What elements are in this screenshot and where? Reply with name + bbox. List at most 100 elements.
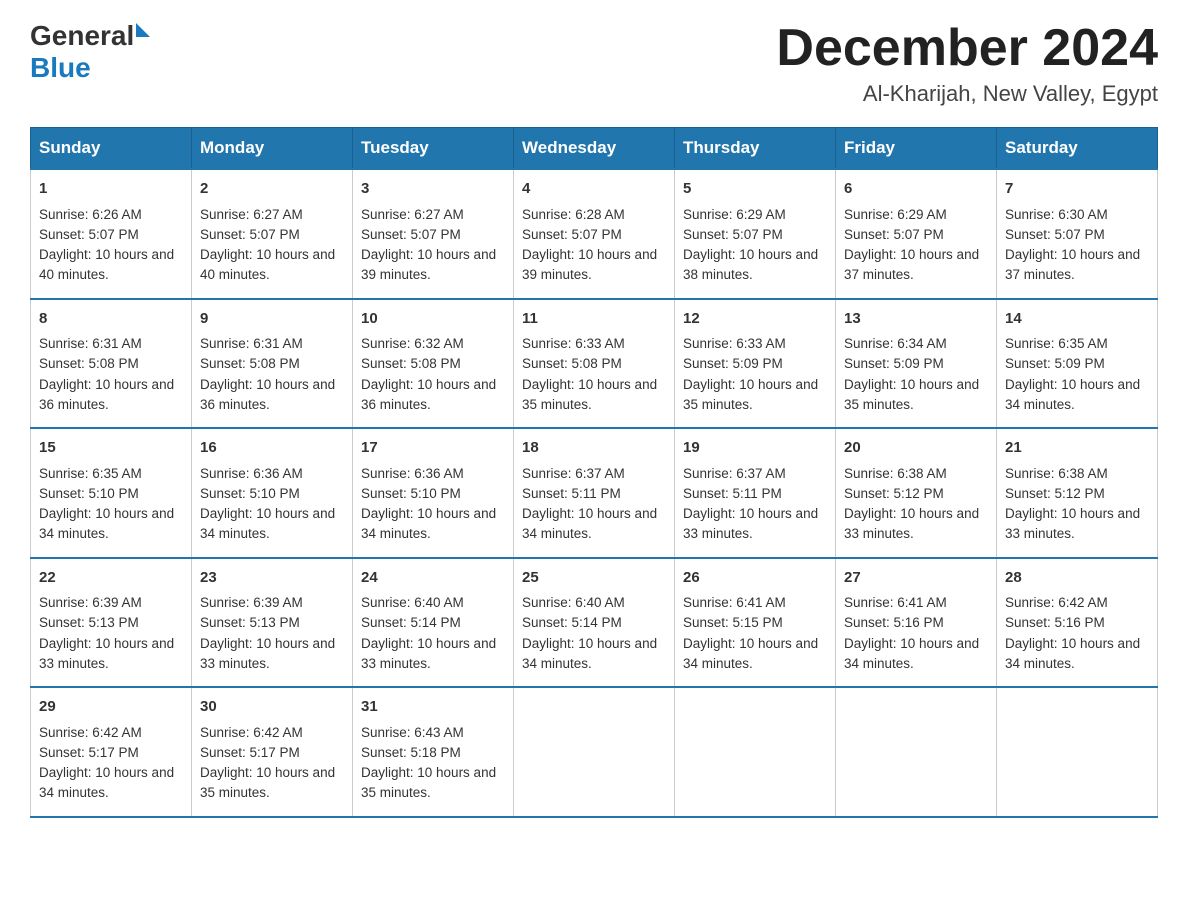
calendar-body: 1Sunrise: 6:26 AMSunset: 5:07 PMDaylight…	[31, 169, 1158, 817]
sunset-text: Sunset: 5:07 PM	[361, 227, 461, 242]
sunrise-text: Sunrise: 6:42 AM	[200, 725, 303, 740]
sunset-text: Sunset: 5:09 PM	[844, 356, 944, 371]
sunset-text: Sunset: 5:17 PM	[39, 745, 139, 760]
calendar-cell: 29Sunrise: 6:42 AMSunset: 5:17 PMDayligh…	[31, 687, 192, 817]
daylight-text: Daylight: 10 hours and 33 minutes.	[361, 636, 496, 671]
sunrise-text: Sunrise: 6:29 AM	[683, 207, 786, 222]
day-number: 14	[1005, 308, 1149, 331]
sunset-text: Sunset: 5:08 PM	[39, 356, 139, 371]
daylight-text: Daylight: 10 hours and 33 minutes.	[844, 506, 979, 541]
day-number: 22	[39, 567, 183, 590]
sunrise-text: Sunrise: 6:27 AM	[361, 207, 464, 222]
calendar-cell: 23Sunrise: 6:39 AMSunset: 5:13 PMDayligh…	[192, 558, 353, 688]
calendar-cell: 30Sunrise: 6:42 AMSunset: 5:17 PMDayligh…	[192, 687, 353, 817]
sunrise-text: Sunrise: 6:28 AM	[522, 207, 625, 222]
sunrise-text: Sunrise: 6:40 AM	[522, 595, 625, 610]
daylight-text: Daylight: 10 hours and 35 minutes.	[844, 377, 979, 412]
day-number: 20	[844, 437, 988, 460]
day-number: 17	[361, 437, 505, 460]
day-number: 29	[39, 696, 183, 719]
sunrise-text: Sunrise: 6:36 AM	[200, 466, 303, 481]
daylight-text: Daylight: 10 hours and 35 minutes.	[361, 765, 496, 800]
calendar-cell: 27Sunrise: 6:41 AMSunset: 5:16 PMDayligh…	[836, 558, 997, 688]
calendar-cell: 11Sunrise: 6:33 AMSunset: 5:08 PMDayligh…	[514, 299, 675, 429]
sunrise-text: Sunrise: 6:33 AM	[683, 336, 786, 351]
logo-general-text: General	[30, 20, 134, 52]
sunset-text: Sunset: 5:14 PM	[361, 615, 461, 630]
calendar-cell	[675, 687, 836, 817]
sunset-text: Sunset: 5:12 PM	[1005, 486, 1105, 501]
sunrise-text: Sunrise: 6:33 AM	[522, 336, 625, 351]
sunset-text: Sunset: 5:09 PM	[683, 356, 783, 371]
col-monday: Monday	[192, 128, 353, 170]
day-number: 19	[683, 437, 827, 460]
calendar-cell: 17Sunrise: 6:36 AMSunset: 5:10 PMDayligh…	[353, 428, 514, 558]
day-number: 25	[522, 567, 666, 590]
week-row-2: 8 Sunrise: 6:31 AM Sunset: 5:08 PM Daylight…	[31, 299, 1158, 429]
sunset-text: Sunset: 5:18 PM	[361, 745, 461, 760]
daylight-text: Daylight: 10 hours and 34 minutes.	[844, 636, 979, 671]
daylight-text: Daylight: 10 hours and 35 minutes.	[522, 377, 657, 412]
day-number: 8	[39, 308, 183, 331]
day-number: 4	[522, 178, 666, 201]
sunset-text: Sunset: 5:08 PM	[200, 356, 300, 371]
sunrise-text: Sunrise: 6:37 AM	[522, 466, 625, 481]
day-number: 15	[39, 437, 183, 460]
daylight-text: Daylight: 10 hours and 36 minutes.	[39, 377, 174, 412]
day-number: 9	[200, 308, 344, 331]
sunset-text: Sunset: 5:16 PM	[1005, 615, 1105, 630]
sunset-text: Sunset: 5:11 PM	[522, 486, 621, 501]
daylight-text: Daylight: 10 hours and 36 minutes.	[361, 377, 496, 412]
calendar-cell: 26Sunrise: 6:41 AMSunset: 5:15 PMDayligh…	[675, 558, 836, 688]
calendar-cell: 25Sunrise: 6:40 AMSunset: 5:14 PMDayligh…	[514, 558, 675, 688]
week-row-3: 15 Sunrise: 6:35 AM Sunset: 5:10 PM Dayligh…	[31, 428, 1158, 558]
daylight-text: Daylight: 10 hours and 35 minutes.	[683, 377, 818, 412]
sunrise-text: Sunrise: 6:26 AM	[39, 207, 142, 222]
day-number: 16	[200, 437, 344, 460]
day-number: 28	[1005, 567, 1149, 590]
sunrise-text: Sunrise: 6:39 AM	[200, 595, 303, 610]
day-number: 23	[200, 567, 344, 590]
col-wednesday: Wednesday	[514, 128, 675, 170]
calendar-cell: 2Sunrise: 6:27 AMSunset: 5:07 PMDaylight…	[192, 169, 353, 299]
header-row: Sunday Monday Tuesday Wednesday Thursday…	[31, 128, 1158, 170]
sunrise-text: Sunrise: 6:42 AM	[39, 725, 142, 740]
daylight-text: Daylight: 10 hours and 34 minutes.	[1005, 377, 1140, 412]
day-number: 13	[844, 308, 988, 331]
sunset-text: Sunset: 5:07 PM	[39, 227, 139, 242]
calendar-cell: 14Sunrise: 6:35 AMSunset: 5:09 PMDayligh…	[997, 299, 1158, 429]
calendar-title: December 2024	[776, 20, 1158, 77]
daylight-text: Daylight: 10 hours and 34 minutes.	[522, 506, 657, 541]
sunrise-text: Sunrise: 6:30 AM	[1005, 207, 1108, 222]
calendar-cell: 15Sunrise: 6:35 AMSunset: 5:10 PMDayligh…	[31, 428, 192, 558]
daylight-text: Daylight: 10 hours and 34 minutes.	[39, 506, 174, 541]
day-number: 5	[683, 178, 827, 201]
daylight-text: Daylight: 10 hours and 39 minutes.	[361, 247, 496, 282]
sunset-text: Sunset: 5:14 PM	[522, 615, 622, 630]
calendar-cell: 18 Sunrise: 6:37 AM Sunset: 5:11 PM Dayligh…	[514, 428, 675, 558]
calendar-cell: 13Sunrise: 6:34 AMSunset: 5:09 PMDayligh…	[836, 299, 997, 429]
day-number: 18	[522, 437, 666, 460]
day-number: 26	[683, 567, 827, 590]
sunrise-text: Sunrise: 6:43 AM	[361, 725, 464, 740]
sunrise-text: Sunrise: 6:37 AM	[683, 466, 786, 481]
sunset-text: Sunset: 5:15 PM	[683, 615, 783, 630]
col-sunday: Sunday	[31, 128, 192, 170]
sunset-text: Sunset: 5:07 PM	[522, 227, 622, 242]
daylight-text: Daylight: 10 hours and 37 minutes.	[1005, 247, 1140, 282]
day-number: 6	[844, 178, 988, 201]
day-number: 7	[1005, 178, 1149, 201]
daylight-text: Daylight: 10 hours and 34 minutes.	[200, 506, 335, 541]
sunset-text: Sunset: 5:10 PM	[361, 486, 461, 501]
sunrise-text: Sunrise: 6:35 AM	[39, 466, 142, 481]
day-number: 3	[361, 178, 505, 201]
daylight-text: Daylight: 10 hours and 34 minutes.	[361, 506, 496, 541]
sunset-text: Sunset: 5:11 PM	[683, 486, 782, 501]
title-area: December 2024 Al-Kharijah, New Valley, E…	[776, 20, 1158, 107]
sunset-text: Sunset: 5:07 PM	[683, 227, 783, 242]
day-number: 11	[522, 308, 666, 331]
col-friday: Friday	[836, 128, 997, 170]
calendar-cell	[836, 687, 997, 817]
day-number: 21	[1005, 437, 1149, 460]
sunrise-text: Sunrise: 6:31 AM	[200, 336, 303, 351]
